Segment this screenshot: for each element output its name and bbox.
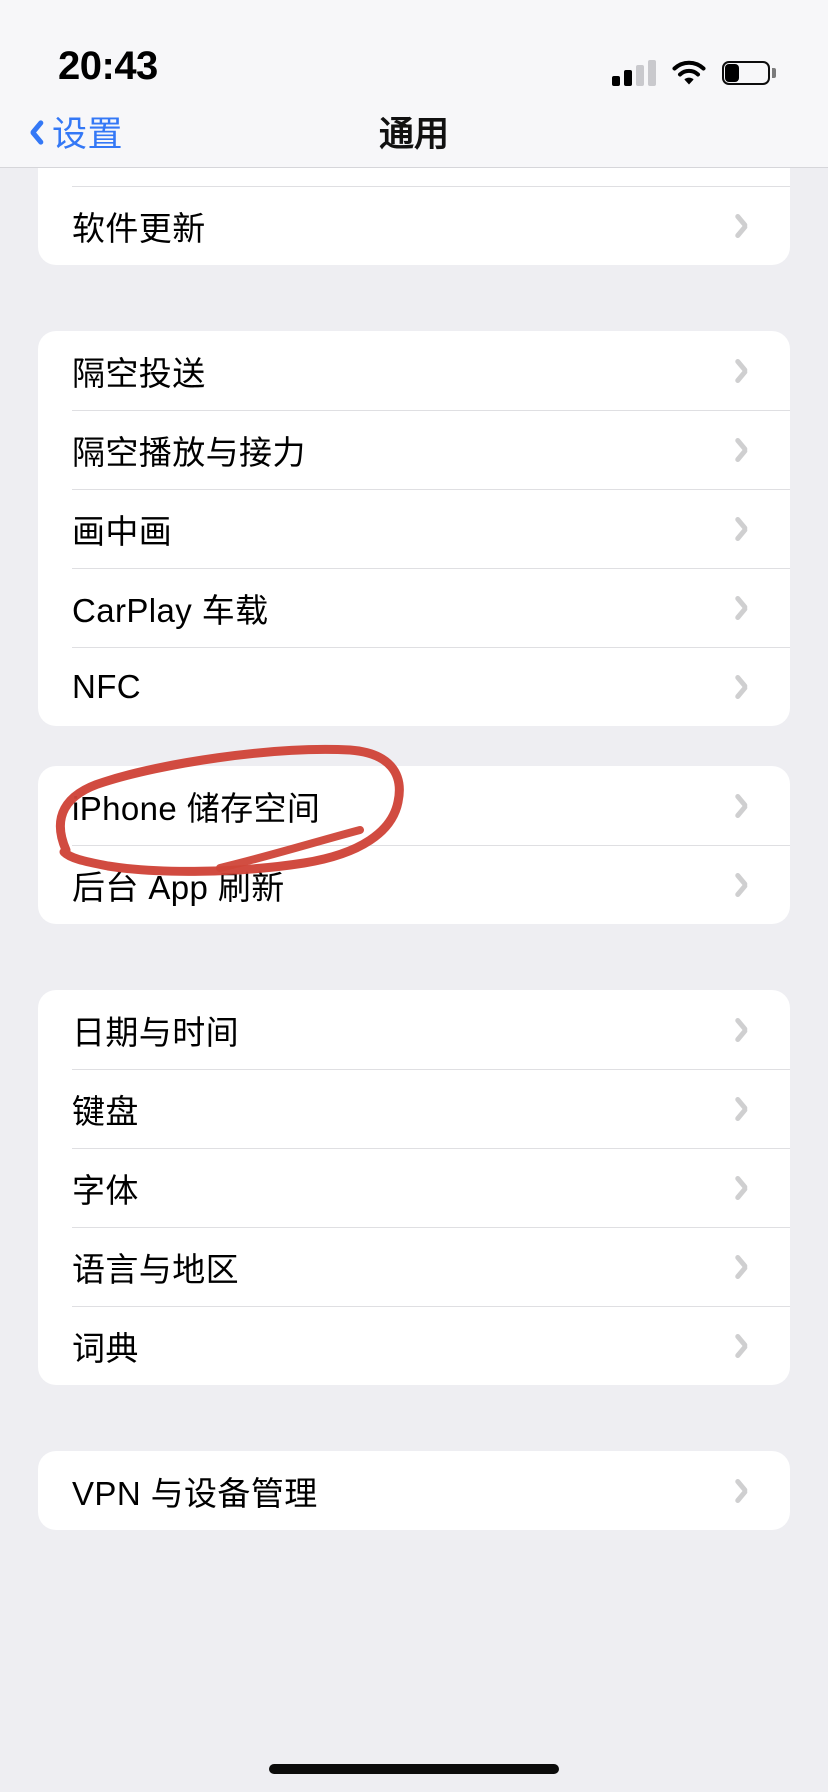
settings-row-label: 画中画 [72,512,173,550]
settings-row-background-app-refresh[interactable]: 后台 App 刷新 [38,845,790,924]
settings-group-vpn: VPN 与设备管理 [38,1451,790,1530]
settings-row-software-update[interactable]: 软件更新 [38,186,790,265]
chevron-right-icon [739,1252,756,1282]
settings-row-label: 软件更新 [72,209,206,247]
settings-group-storage: iPhone 储存空间 后台 App 刷新 [38,766,790,924]
chevron-right-icon [739,211,756,241]
settings-row-dictionary[interactable]: 词典 [38,1306,790,1385]
settings-row-label: 隔空播放与接力 [72,433,306,471]
chevron-left-icon [22,116,42,148]
settings-row-label: 词典 [72,1329,139,1367]
wifi-icon [672,60,706,86]
settings-row-keyboard[interactable]: 键盘 [38,1069,790,1148]
settings-row-date-and-time[interactable]: 日期与时间 [38,990,790,1069]
status-bar-time: 20:43 [58,44,158,88]
chevron-right-icon [739,1015,756,1045]
settings-row-label: VPN 与设备管理 [72,1474,318,1512]
navigation-bar: 设置 通用 [0,96,828,168]
chevron-right-icon [739,1094,756,1124]
partial-row-top [38,168,790,186]
chevron-right-icon [739,1331,756,1361]
chevron-right-icon [739,593,756,623]
settings-row-label: 后台 App 刷新 [72,868,285,906]
settings-group-connectivity: 隔空投送 隔空播放与接力 画中画 CarPlay 车载 NFC [38,331,790,726]
battery-icon [722,61,776,85]
chevron-right-icon [739,435,756,465]
settings-row-label: 语言与地区 [72,1250,239,1288]
chevron-right-icon [739,870,756,900]
settings-group-software-update: 软件更新 [38,168,790,265]
back-button[interactable]: 设置 [0,106,123,157]
settings-row-label: iPhone 储存空间 [72,789,321,827]
chevron-right-icon [739,1173,756,1203]
settings-scroll-view[interactable]: 软件更新 隔空投送 隔空播放与接力 画中画 CarPlay 车载 NFC iPh… [0,168,828,1792]
back-button-label: 设置 [52,115,124,154]
settings-row-picture-in-picture[interactable]: 画中画 [38,489,790,568]
settings-row-fonts[interactable]: 字体 [38,1148,790,1227]
cellular-signal-icon [612,60,656,86]
settings-row-nfc[interactable]: NFC [38,647,790,726]
chevron-right-icon [739,791,756,821]
settings-row-iphone-storage[interactable]: iPhone 储存空间 [38,766,790,845]
settings-row-label: 日期与时间 [72,1013,239,1051]
home-indicator [269,1764,559,1774]
settings-row-label: 键盘 [72,1092,139,1130]
settings-row-language-and-region[interactable]: 语言与地区 [38,1227,790,1306]
settings-row-vpn-device-management[interactable]: VPN 与设备管理 [38,1451,790,1530]
chevron-right-icon [739,1476,756,1506]
page-title: 通用 [378,115,449,154]
settings-group-locale: 日期与时间 键盘 字体 语言与地区 词典 [38,990,790,1385]
settings-row-label: NFC [72,667,142,705]
settings-row-airdrop[interactable]: 隔空投送 [38,331,790,410]
chevron-right-icon [739,672,756,702]
settings-row-label: 字体 [72,1171,139,1209]
settings-row-carplay[interactable]: CarPlay 车载 [38,568,790,647]
settings-row-airplay-handoff[interactable]: 隔空播放与接力 [38,410,790,489]
status-bar: 20:43 [0,0,828,96]
chevron-right-icon [739,356,756,386]
settings-row-label: 隔空投送 [72,354,206,392]
chevron-right-icon [739,514,756,544]
settings-row-label: CarPlay 车载 [72,591,269,629]
status-bar-indicators [612,60,776,86]
